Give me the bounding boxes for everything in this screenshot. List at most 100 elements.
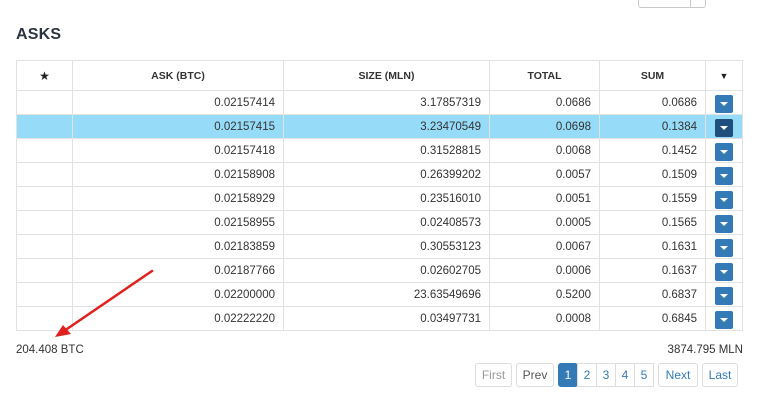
table-row[interactable]: 0.02187766 0.02602705 0.0006 0.1637 <box>16 258 743 283</box>
favorite-cell[interactable] <box>16 210 73 235</box>
favorite-cell[interactable] <box>16 162 73 187</box>
total-cell: 0.0005 <box>489 210 600 235</box>
page-3-button[interactable]: 3 <box>596 363 616 387</box>
row-action-cell <box>705 162 743 187</box>
total-cell: 0.0006 <box>489 258 600 283</box>
row-dropdown-button[interactable] <box>715 190 733 209</box>
table-row[interactable]: 0.02158929 0.23516010 0.0051 0.1559 <box>16 186 743 211</box>
ask-cell: 0.02158908 <box>72 162 284 187</box>
actions-column-header[interactable]: ▼ <box>705 60 743 91</box>
ask-cell: 0.02157415 <box>72 114 284 139</box>
column-header-size[interactable]: SIZE (MLN) <box>283 60 490 91</box>
total-mln: 3874.795 MLN <box>667 344 743 356</box>
favorite-cell[interactable] <box>16 138 73 163</box>
size-cell: 3.17857319 <box>283 90 490 115</box>
total-cell: 0.0686 <box>489 90 600 115</box>
total-btc: 204.408 BTC <box>16 344 84 356</box>
favorite-cell[interactable] <box>16 306 73 331</box>
row-dropdown-button[interactable] <box>715 166 733 185</box>
column-header-sum[interactable]: SUM <box>599 60 706 91</box>
row-dropdown-button[interactable] <box>715 262 733 281</box>
total-cell: 0.5200 <box>489 282 600 307</box>
ask-cell: 0.02200000 <box>72 282 284 307</box>
table-row[interactable]: 0.02183859 0.30553123 0.0067 0.1631 <box>16 234 743 259</box>
total-cell: 0.0057 <box>489 162 600 187</box>
table-row[interactable]: 0.02157414 3.17857319 0.0686 0.0686 <box>16 90 743 115</box>
first-page-button[interactable]: First <box>475 363 512 387</box>
top-select-dropdown[interactable] <box>638 0 706 8</box>
table-row[interactable]: 0.02157415 3.23470549 0.0698 0.1384 <box>16 114 743 139</box>
size-cell: 0.02602705 <box>283 258 490 283</box>
sum-cell: 0.1509 <box>599 162 706 187</box>
size-cell: 23.63549696 <box>283 282 490 307</box>
size-cell: 0.26399202 <box>283 162 490 187</box>
select-caret-box <box>690 0 705 7</box>
table-row[interactable]: 0.02200000 23.63549696 0.5200 0.6837 <box>16 282 743 307</box>
total-cell: 0.0067 <box>489 234 600 259</box>
row-action-cell <box>705 210 743 235</box>
total-cell: 0.0068 <box>489 138 600 163</box>
page-2-button[interactable]: 2 <box>577 363 597 387</box>
section-title: ASKS <box>16 26 62 43</box>
sum-cell: 0.6837 <box>599 282 706 307</box>
sum-cell: 0.1637 <box>599 258 706 283</box>
table-header-row: ★ ASK (BTC) SIZE (MLN) TOTAL SUM ▼ <box>16 60 743 91</box>
favorite-cell[interactable] <box>16 186 73 211</box>
column-header-total[interactable]: TOTAL <box>489 60 600 91</box>
row-action-cell <box>705 138 743 163</box>
row-action-cell <box>705 282 743 307</box>
size-cell: 3.23470549 <box>283 114 490 139</box>
row-dropdown-button[interactable] <box>715 214 733 233</box>
favorite-cell[interactable] <box>16 90 73 115</box>
sum-cell: 0.1565 <box>599 210 706 235</box>
pagination: First Prev 1 2 3 4 5 Next Last <box>475 363 738 387</box>
row-dropdown-button[interactable] <box>715 94 733 113</box>
table-row[interactable]: 0.02157418 0.31528815 0.0068 0.1452 <box>16 138 743 163</box>
ask-cell: 0.02183859 <box>72 234 284 259</box>
page-5-button[interactable]: 5 <box>634 363 654 387</box>
ask-cell: 0.02157414 <box>72 90 284 115</box>
last-page-button[interactable]: Last <box>702 363 738 387</box>
table-row[interactable]: 0.02158908 0.26399202 0.0057 0.1509 <box>16 162 743 187</box>
ask-cell: 0.02157418 <box>72 138 284 163</box>
page-4-button[interactable]: 4 <box>615 363 635 387</box>
row-dropdown-button[interactable] <box>715 238 733 257</box>
size-cell: 0.30553123 <box>283 234 490 259</box>
star-icon: ★ <box>39 68 50 83</box>
size-cell: 0.23516010 <box>283 186 490 211</box>
ask-cell: 0.02158929 <box>72 186 284 211</box>
row-dropdown-button[interactable] <box>715 310 733 329</box>
table-row[interactable]: 0.02158955 0.02408573 0.0005 0.1565 <box>16 210 743 235</box>
sum-cell: 0.1631 <box>599 234 706 259</box>
page-1-button[interactable]: 1 <box>558 363 578 387</box>
size-cell: 0.02408573 <box>283 210 490 235</box>
sum-cell: 0.6845 <box>599 306 706 331</box>
total-cell: 0.0698 <box>489 114 600 139</box>
size-cell: 0.31528815 <box>283 138 490 163</box>
size-cell: 0.03497731 <box>283 306 490 331</box>
sum-cell: 0.0686 <box>599 90 706 115</box>
prev-page-button[interactable]: Prev <box>516 363 554 387</box>
favorite-cell[interactable] <box>16 114 73 139</box>
row-dropdown-button[interactable] <box>715 142 733 161</box>
total-cell: 0.0051 <box>489 186 600 211</box>
total-cell: 0.0008 <box>489 306 600 331</box>
column-header-ask[interactable]: ASK (BTC) <box>72 60 284 91</box>
favorite-cell[interactable] <box>16 258 73 283</box>
ask-cell: 0.02222220 <box>72 306 284 331</box>
row-action-cell <box>705 90 743 115</box>
ask-cell: 0.02158955 <box>72 210 284 235</box>
favorite-cell[interactable] <box>16 282 73 307</box>
favorite-cell[interactable] <box>16 234 73 259</box>
table-row[interactable]: 0.02222220 0.03497731 0.0008 0.6845 <box>16 306 743 331</box>
next-page-button[interactable]: Next <box>658 363 698 387</box>
caret-down-icon: ▼ <box>719 70 729 81</box>
row-action-cell <box>705 258 743 283</box>
sum-cell: 0.1559 <box>599 186 706 211</box>
asks-table: ★ ASK (BTC) SIZE (MLN) TOTAL SUM ▼ 0.021… <box>16 60 743 331</box>
row-dropdown-button[interactable] <box>715 286 733 305</box>
favorite-column-header[interactable]: ★ <box>16 60 73 91</box>
row-action-cell <box>705 186 743 211</box>
row-dropdown-button[interactable] <box>715 118 733 137</box>
row-action-cell <box>705 114 743 139</box>
